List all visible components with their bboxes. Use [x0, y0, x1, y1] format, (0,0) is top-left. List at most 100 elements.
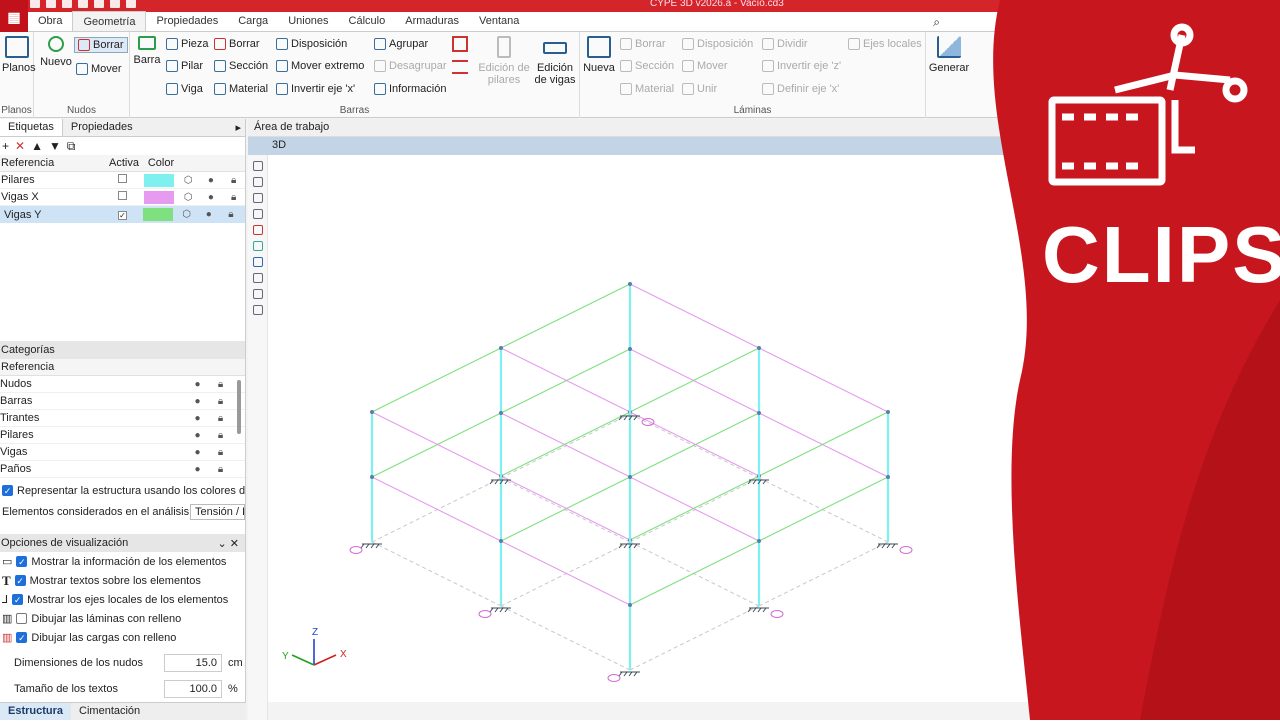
- lock-icon[interactable]: 🔒︎: [209, 413, 232, 424]
- eye-icon[interactable]: ●: [200, 175, 223, 186]
- eye-icon[interactable]: ●: [186, 396, 209, 407]
- nuevo-nudo-button[interactable]: Nuevo: [38, 36, 74, 68]
- foundation-line[interactable]: [500, 477, 631, 543]
- support-icon[interactable]: [618, 671, 640, 677]
- lock-icon[interactable]: 🔒︎: [222, 192, 245, 203]
- eye-icon[interactable]: ●: [186, 379, 209, 390]
- color-swatch[interactable]: [143, 208, 174, 221]
- active-checkbox[interactable]: ✓: [118, 210, 127, 220]
- menu-uniones[interactable]: Uniones: [278, 11, 338, 31]
- view-option[interactable]: ⅃ ✓ Mostrar los ejes locales de los elemen…: [0, 590, 245, 609]
- color-swatch[interactable]: [144, 190, 175, 204]
- unir-lamina-button[interactable]: Unir: [682, 83, 717, 95]
- desagrupar-button[interactable]: Desagrupar: [374, 60, 446, 72]
- load-marker[interactable]: [641, 418, 655, 426]
- menu-ventana[interactable]: Ventana: [469, 11, 529, 31]
- beam-y[interactable]: [500, 411, 631, 477]
- tab-cimentacion[interactable]: Cimentación: [71, 703, 148, 720]
- search-icon[interactable]: ⌕: [933, 15, 940, 30]
- menu-geometria[interactable]: Geometría: [72, 11, 147, 31]
- menu-armaduras[interactable]: Armaduras: [395, 11, 469, 31]
- bar-grid-icon[interactable]: [452, 36, 468, 52]
- layer-view-icon[interactable]: [252, 257, 263, 267]
- eye-icon[interactable]: ●: [186, 413, 209, 424]
- beam-y[interactable]: [629, 347, 760, 413]
- menu-propiedades[interactable]: Propiedades: [146, 11, 228, 31]
- beam-x[interactable]: [500, 475, 631, 541]
- mover-nudo-button[interactable]: Mover: [76, 63, 122, 75]
- represent-colors-option[interactable]: ✓ Representar la estructura usando los co…: [0, 481, 245, 500]
- node[interactable]: [499, 539, 503, 543]
- lock-icon[interactable]: 🔒︎: [222, 175, 245, 186]
- disposicion-lamina-button[interactable]: Disposición: [682, 38, 753, 50]
- mover-lamina-button[interactable]: Mover: [682, 60, 728, 72]
- node[interactable]: [757, 411, 761, 415]
- category-row[interactable]: Vigas ● 🔒︎: [0, 444, 245, 461]
- axes-view-icon[interactable]: [252, 161, 263, 171]
- load-marker[interactable]: [899, 546, 913, 554]
- load-marker[interactable]: [770, 610, 784, 618]
- disposicion-button[interactable]: Disposición: [276, 38, 347, 50]
- category-row[interactable]: Barras ● 🔒︎: [0, 393, 245, 410]
- seccion-lamina-button[interactable]: Sección: [620, 60, 674, 72]
- node[interactable]: [370, 475, 374, 479]
- view-option-checkbox[interactable]: ✓: [16, 632, 28, 643]
- foundation-line[interactable]: [629, 541, 760, 607]
- invertir-eje-z-button[interactable]: Invertir eje 'z': [762, 60, 841, 72]
- represent-checkbox[interactable]: ✓: [2, 485, 13, 496]
- borrar-barra-button[interactable]: Borrar: [214, 38, 260, 50]
- foundation-line[interactable]: [629, 477, 760, 543]
- beam-x[interactable]: [371, 476, 502, 542]
- view-option-checkbox[interactable]: [16, 613, 28, 624]
- panel-arrow-icon[interactable]: ▸: [231, 119, 245, 136]
- tab-propiedades[interactable]: Propiedades: [63, 119, 141, 136]
- beam-x[interactable]: [629, 283, 760, 349]
- lock-icon[interactable]: 🔒︎: [209, 447, 232, 458]
- support-icon[interactable]: [489, 607, 511, 613]
- nueva-lamina-button[interactable]: Nueva: [582, 36, 616, 74]
- category-row[interactable]: Nudos ● 🔒︎: [0, 376, 245, 393]
- structure-3d-model[interactable]: Z X Y: [268, 155, 1050, 702]
- beam-x[interactable]: [500, 347, 631, 413]
- eye-icon[interactable]: ●: [200, 192, 223, 203]
- node[interactable]: [886, 410, 890, 414]
- foundation-line[interactable]: [758, 477, 889, 543]
- eye-icon[interactable]: ●: [186, 447, 209, 458]
- planos-button[interactable]: Planos: [2, 36, 36, 74]
- cype-logo-icon[interactable]: ▦: [0, 0, 28, 34]
- borrar-lamina-button[interactable]: Borrar: [620, 38, 666, 50]
- beam-x[interactable]: [629, 476, 760, 542]
- redo-icon[interactable]: [62, 0, 72, 8]
- lock-icon[interactable]: 🔒︎: [209, 379, 232, 390]
- viga-button[interactable]: Viga: [166, 83, 203, 95]
- view-option-checkbox[interactable]: ✓: [16, 556, 28, 567]
- barra-button[interactable]: Barra: [132, 36, 162, 66]
- move-down-icon[interactable]: ▼: [49, 139, 61, 153]
- lock-icon[interactable]: 🔒︎: [209, 396, 232, 407]
- support-icon[interactable]: [360, 543, 382, 549]
- settings-icon[interactable]: [126, 0, 136, 8]
- beam-x[interactable]: [629, 411, 760, 477]
- node[interactable]: [628, 347, 632, 351]
- node[interactable]: [886, 475, 890, 479]
- foundation-line[interactable]: [500, 541, 631, 607]
- view-option-checkbox[interactable]: ✓: [12, 594, 24, 605]
- view-options-controls[interactable]: ⌄ ✕: [218, 537, 240, 550]
- save-icon[interactable]: [30, 0, 40, 8]
- axis-x[interactable]: [313, 654, 337, 666]
- category-row[interactable]: Paños ● 🔒︎: [0, 461, 245, 478]
- beam-y[interactable]: [371, 412, 502, 478]
- label-row-pilares[interactable]: Pilares ⬡ ● 🔒︎: [0, 172, 245, 189]
- print-icon[interactable]: [110, 0, 120, 8]
- beam-y[interactable]: [500, 476, 631, 542]
- node[interactable]: [499, 411, 503, 415]
- foundation-line[interactable]: [500, 413, 631, 479]
- cube-icon[interactable]: ⬡: [177, 192, 200, 203]
- beam-y[interactable]: [629, 412, 760, 478]
- beam-x[interactable]: [371, 411, 502, 477]
- beam-y[interactable]: [629, 475, 760, 541]
- node[interactable]: [757, 539, 761, 543]
- category-row[interactable]: Pilares ● 🔒︎: [0, 427, 245, 444]
- rotate-view-icon[interactable]: [252, 209, 263, 219]
- beam-x[interactable]: [500, 540, 631, 606]
